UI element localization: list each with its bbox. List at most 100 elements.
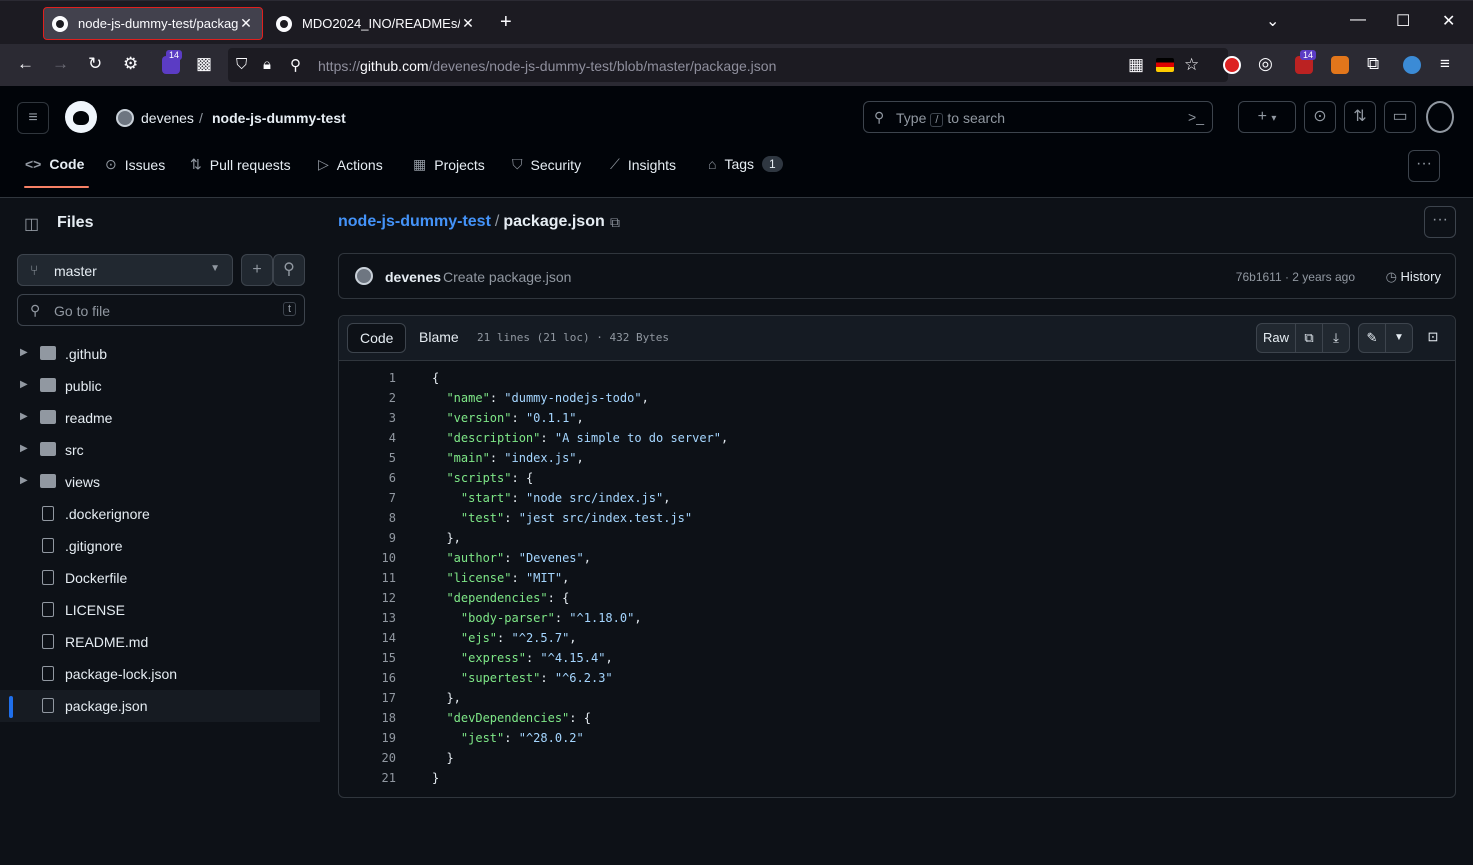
breadcrumb-repo-link[interactable]: node-js-dummy-test — [338, 213, 491, 230]
copy-raw-icon[interactable]: ⧉ — [1295, 323, 1323, 353]
extension-check-icon[interactable] — [1403, 56, 1421, 74]
blame-tab-button[interactable]: Blame — [407, 323, 471, 353]
history-button[interactable]: ◷ History — [1386, 269, 1441, 285]
symbols-panel-icon[interactable]: ⊡ — [1421, 323, 1445, 353]
create-new-button[interactable]: + ▾ — [1238, 101, 1296, 133]
tree-folder[interactable]: ▶ public — [0, 370, 320, 402]
settings-gear-icon[interactable]: ⚙ — [123, 54, 138, 74]
close-tab-icon[interactable]: ✕ — [238, 15, 254, 32]
command-palette-icon[interactable]: >_ — [1188, 109, 1204, 125]
user-avatar[interactable] — [1426, 101, 1454, 133]
line-number[interactable]: 20 — [339, 751, 396, 765]
download-icon[interactable]: ⤓ — [1322, 323, 1350, 353]
tree-file[interactable]: package-lock.json — [0, 658, 320, 690]
line-number[interactable]: 7 — [339, 491, 396, 505]
pull-requests-icon[interactable]: ⇅ — [1344, 101, 1376, 133]
metamask-fox-icon[interactable] — [1331, 56, 1349, 74]
tab-tags[interactable]: ⌂ Tags 1 — [708, 156, 783, 172]
tree-folder[interactable]: ▶ readme — [0, 402, 320, 434]
repo-more-button[interactable]: ··· — [1408, 150, 1440, 182]
owner-avatar[interactable] — [116, 109, 134, 127]
tree-file[interactable]: README.md — [0, 626, 320, 658]
new-tab-icon[interactable]: + — [500, 11, 512, 34]
github-logo-icon[interactable] — [65, 101, 97, 133]
repo-owner-link[interactable]: devenes — [141, 110, 194, 126]
go-to-file-input[interactable]: ⚲ Go to file t — [17, 294, 305, 326]
line-number[interactable]: 5 — [339, 451, 396, 465]
file-more-button[interactable]: ··· — [1424, 206, 1456, 238]
branch-selector[interactable]: ⑂ master ▼ — [17, 254, 233, 286]
extension-record-icon[interactable] — [1223, 56, 1241, 74]
tab-issues[interactable]: ⊙ Issues — [105, 156, 165, 173]
line-number[interactable]: 2 — [339, 391, 396, 405]
url-text[interactable]: https://github.com/devenes/node-js-dummy… — [318, 58, 776, 74]
tab-pull-requests[interactable]: ⇅ Pull requests — [190, 156, 291, 173]
sidebar-collapse-icon[interactable]: ◫ — [24, 214, 39, 234]
issues-icon[interactable]: ⊙ — [1304, 101, 1336, 133]
tab-code[interactable]: <> Code — [25, 156, 84, 172]
tree-file[interactable]: package.json — [0, 690, 320, 722]
tab-list-icon[interactable]: ⌄ — [1266, 11, 1279, 31]
line-number[interactable]: 11 — [339, 571, 396, 585]
tab-security[interactable]: ⛉ Security — [512, 156, 581, 173]
commit-author-avatar[interactable] — [355, 267, 373, 285]
browser-tab[interactable]: MDO2024_INO/READMEs/009-1 ✕ — [268, 7, 484, 40]
tab-projects[interactable]: ▦ Projects — [413, 156, 485, 173]
search-input[interactable]: ⚲ Type / to search >_ — [863, 101, 1213, 133]
search-files-button[interactable]: ⚲ — [273, 254, 305, 286]
extension-glasses-icon[interactable]: ◎ — [1258, 54, 1273, 74]
tree-folder[interactable]: ▶ .github — [0, 338, 320, 370]
line-number[interactable]: 21 — [339, 771, 396, 785]
line-number[interactable]: 18 — [339, 711, 396, 725]
line-number[interactable]: 16 — [339, 671, 396, 685]
line-number[interactable]: 1 — [339, 371, 396, 385]
commit-meta[interactable]: 76b1611 · 2 years ago — [1236, 270, 1355, 284]
tree-file[interactable]: .dockerignore — [0, 498, 320, 530]
tree-folder[interactable]: ▶ views — [0, 466, 320, 498]
repo-name-link[interactable]: node-js-dummy-test — [212, 110, 346, 126]
grid-icon[interactable]: ▦ — [1128, 55, 1144, 75]
line-number[interactable]: 3 — [339, 411, 396, 425]
tree-folder[interactable]: ▶ src — [0, 434, 320, 466]
commit-author[interactable]: devenes — [385, 269, 441, 285]
add-file-button[interactable]: + — [241, 254, 273, 286]
german-flag-icon[interactable] — [1156, 58, 1174, 72]
app-menu-icon[interactable]: ≡ — [1440, 54, 1450, 74]
tree-file[interactable]: Dockerfile — [0, 562, 320, 594]
tab-insights[interactable]: ⟋ Insights — [610, 156, 676, 173]
lock-icon[interactable]: 🔒︎ — [263, 56, 271, 73]
close-window-icon[interactable]: ✕ — [1442, 11, 1455, 31]
reload-icon[interactable]: ↻ — [88, 54, 102, 74]
close-tab-icon[interactable]: ✕ — [460, 15, 476, 32]
bookmark-star-icon[interactable]: ☆ — [1184, 55, 1199, 75]
hamburger-menu-icon[interactable]: ≡ — [17, 102, 49, 134]
extensions-puzzle-icon[interactable]: ⧉ — [1367, 54, 1379, 74]
line-number[interactable]: 4 — [339, 431, 396, 445]
maximize-icon[interactable]: ☐ — [1396, 11, 1410, 31]
inbox-icon[interactable]: ▭ — [1384, 101, 1416, 133]
edit-pencil-icon[interactable]: ✎ — [1358, 323, 1386, 353]
browser-tab-active[interactable]: node-js-dummy-test/package.j ✕ — [43, 7, 263, 40]
shield-icon[interactable]: ⛉ — [236, 56, 247, 73]
address-bar[interactable]: ⛉ 🔒︎ ⚲ https://github.com/devenes/node-j… — [228, 48, 1228, 82]
forward-icon[interactable]: → — [52, 54, 69, 74]
minimize-icon[interactable]: — — [1350, 11, 1366, 29]
copy-path-icon[interactable]: ⧉ — [610, 214, 620, 231]
chevron-right-icon[interactable]: ▶ — [20, 379, 28, 390]
line-number[interactable]: 14 — [339, 631, 396, 645]
chevron-right-icon[interactable]: ▶ — [20, 443, 28, 454]
edit-dropdown-icon[interactable]: ▼ — [1385, 323, 1413, 353]
line-number[interactable]: 15 — [339, 651, 396, 665]
raw-button[interactable]: Raw — [1256, 323, 1296, 353]
code-tab-button[interactable]: Code — [347, 323, 407, 353]
tree-file[interactable]: .gitignore — [0, 530, 320, 562]
line-number[interactable]: 9 — [339, 531, 396, 545]
tree-file[interactable]: LICENSE — [0, 594, 320, 626]
line-number[interactable]: 12 — [339, 591, 396, 605]
back-icon[interactable]: ← — [17, 54, 34, 74]
line-number[interactable]: 10 — [339, 551, 396, 565]
line-number[interactable]: 8 — [339, 511, 396, 525]
chevron-right-icon[interactable]: ▶ — [20, 475, 28, 486]
commit-message[interactable]: Create package.json — [443, 269, 571, 285]
permissions-icon[interactable]: ⚲ — [290, 56, 301, 74]
